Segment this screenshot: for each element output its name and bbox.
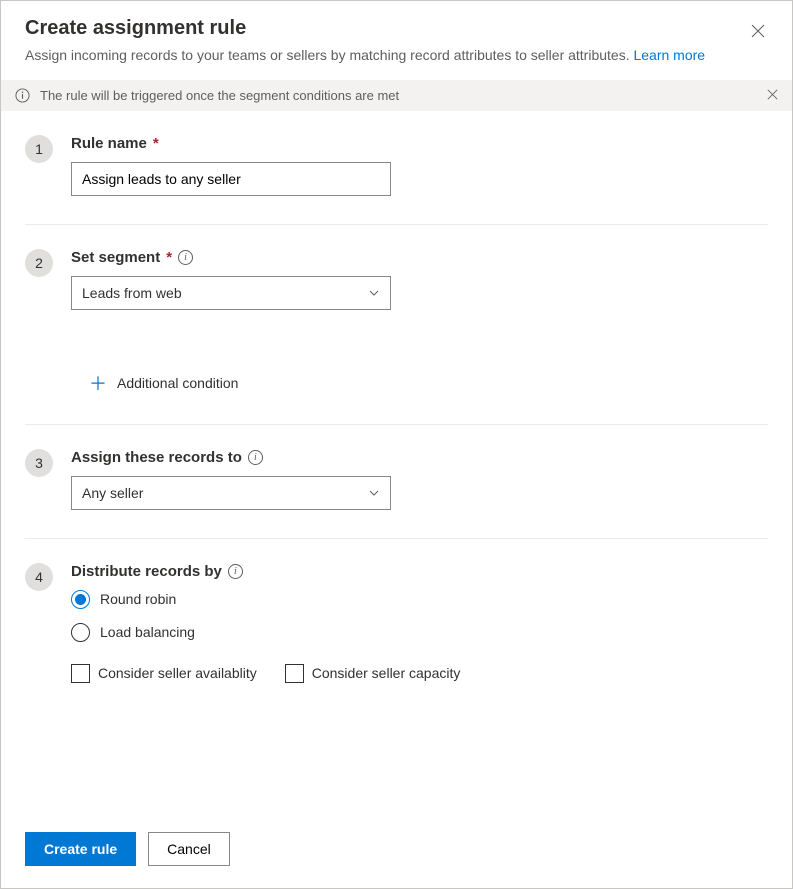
required-marker: * (153, 135, 159, 152)
add-condition-button[interactable]: ＋ Additional condition (89, 370, 768, 396)
banner-dismiss-button[interactable] (767, 88, 778, 103)
close-icon (751, 24, 765, 38)
checkbox-capacity[interactable]: Consider seller capacity (285, 664, 461, 683)
set-segment-label: Set segment * i (71, 249, 768, 266)
radio-round-robin[interactable]: Round robin (71, 590, 768, 609)
info-banner: The rule will be triggered once the segm… (1, 80, 792, 111)
assign-to-select[interactable]: Any seller (71, 476, 391, 510)
segment-value: Leads from web (82, 285, 182, 301)
radio-load-balancing[interactable]: Load balancing (71, 623, 768, 642)
step-number: 3 (25, 449, 53, 477)
dialog-header: Create assignment rule Assign incoming r… (1, 1, 792, 80)
radio-indicator (71, 590, 90, 609)
create-rule-button[interactable]: Create rule (25, 832, 136, 866)
radio-indicator (71, 623, 90, 642)
step-number: 1 (25, 135, 53, 163)
section-distribute: 4 Distribute records by i Round robin Lo… (25, 539, 768, 711)
assign-to-value: Any seller (82, 485, 143, 501)
info-banner-text: The rule will be triggered once the segm… (40, 88, 399, 103)
plus-icon: ＋ (89, 370, 107, 396)
checkbox-availability[interactable]: Consider seller availablity (71, 664, 257, 683)
info-icon[interactable]: i (228, 564, 243, 579)
step-number: 4 (25, 563, 53, 591)
rule-name-label: Rule name * (71, 135, 768, 152)
distribute-radio-group: Round robin Load balancing (71, 590, 768, 642)
step-number: 2 (25, 249, 53, 277)
section-rule-name: 1 Rule name * (25, 111, 768, 225)
required-marker: * (166, 249, 172, 266)
info-icon[interactable]: i (248, 450, 263, 465)
checkbox-indicator (285, 664, 304, 683)
segment-select[interactable]: Leads from web (71, 276, 391, 310)
info-icon (15, 88, 30, 103)
learn-more-link[interactable]: Learn more (633, 47, 705, 63)
checkbox-row: Consider seller availablity Consider sel… (71, 664, 768, 683)
dialog-subtitle: Assign incoming records to your teams or… (25, 46, 768, 66)
form-body: 1 Rule name * 2 Set segment * i Leads fr… (1, 111, 792, 816)
info-icon[interactable]: i (178, 250, 193, 265)
close-icon (767, 89, 778, 100)
dialog-title: Create assignment rule (25, 17, 768, 40)
chevron-down-icon (368, 487, 380, 499)
section-assign-to: 3 Assign these records to i Any seller (25, 425, 768, 539)
checkbox-indicator (71, 664, 90, 683)
chevron-down-icon (368, 287, 380, 299)
cancel-button[interactable]: Cancel (148, 832, 230, 866)
rule-name-input[interactable] (71, 162, 391, 196)
dialog-footer: Create rule Cancel (1, 816, 792, 888)
assign-to-label: Assign these records to i (71, 449, 768, 466)
distribute-label: Distribute records by i (71, 563, 768, 580)
section-set-segment: 2 Set segment * i Leads from web ＋ Addit… (25, 225, 768, 425)
close-button[interactable] (746, 19, 770, 43)
